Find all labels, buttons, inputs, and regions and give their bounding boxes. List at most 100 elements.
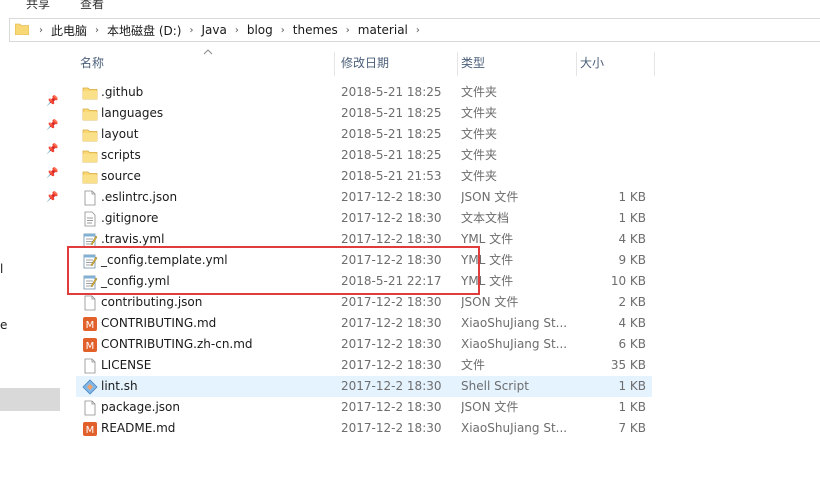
breadcrumb-item[interactable]: 此电脑	[48, 22, 90, 39]
file-name: LICENSE	[101, 358, 152, 372]
file-name: package.json	[101, 400, 181, 414]
file-row[interactable]: M CONTRIBUTING.md 2017-12-2 18:30 XiaoShuJi…	[76, 313, 652, 334]
column-header-date[interactable]: 修改日期	[337, 50, 457, 77]
file-row[interactable]: .gitignore 2017-12-2 18:30 文本文档 1 KB	[76, 208, 652, 229]
folder-icon	[82, 127, 98, 143]
pin-icon[interactable]: 📌	[46, 193, 58, 203]
nav-item-label[interactable]: l	[0, 262, 3, 276]
file-type: XiaoShuJiang St...	[461, 316, 568, 330]
file-row[interactable]: layout 2018-5-21 18:25 文件夹	[76, 124, 652, 145]
file-row[interactable]: M CONTRIBUTING.zh-cn.md 2017-12-2 18:30 Xia…	[76, 334, 652, 355]
breadcrumb-separator-icon[interactable]: ›	[341, 25, 355, 36]
file-type: JSON 文件	[461, 295, 519, 309]
file-modified-date: 2018-5-21 21:53	[341, 169, 442, 183]
file-modified-date: 2017-12-2 18:30	[341, 190, 442, 204]
svg-text:M: M	[86, 341, 95, 352]
file-name: .github	[101, 85, 144, 99]
file-row[interactable]: lint.sh 2017-12-2 18:30 Shell Script 1 KB	[76, 376, 652, 397]
file-name: layout	[101, 127, 139, 141]
file-row[interactable]: M README.md 2017-12-2 18:30 XiaoShuJiang St…	[76, 418, 652, 439]
breadcrumb-item[interactable]: 本地磁盘 (D:)	[104, 22, 184, 39]
file-name: source	[101, 169, 141, 183]
file-modified-date: 2017-12-2 18:30	[341, 379, 442, 393]
breadcrumb-separator-icon[interactable]: ›	[184, 25, 198, 36]
file-modified-date: 2017-12-2 18:30	[341, 232, 442, 246]
pin-icon[interactable]: 📌	[46, 121, 58, 131]
file-type: XiaoShuJiang St...	[461, 421, 568, 435]
file-row[interactable]: source 2018-5-21 21:53 文件夹	[76, 166, 652, 187]
file-modified-date: 2017-12-2 18:30	[341, 316, 442, 330]
text-document-icon	[82, 211, 98, 227]
pin-icon[interactable]: 📌	[46, 169, 58, 179]
file-size: 7 KB	[618, 421, 646, 435]
file-modified-date: 2018-5-21 18:25	[341, 148, 442, 162]
breadcrumb-item[interactable]: Java	[198, 23, 229, 37]
file-list: .github 2018-5-21 18:25 文件夹 languages 2018-5…	[76, 82, 652, 439]
column-divider[interactable]	[654, 52, 655, 76]
git-bash-icon	[82, 379, 98, 395]
file-row[interactable]: .eslintrc.json 2017-12-2 18:30 JSON 文件 1 KB	[76, 187, 652, 208]
file-name: README.md	[101, 421, 176, 435]
file-modified-date: 2018-5-21 18:25	[341, 106, 442, 120]
file-size: 1 KB	[618, 379, 646, 393]
file-row[interactable]: .github 2018-5-21 18:25 文件夹	[76, 82, 652, 103]
file-row[interactable]: contributing.json 2017-12-2 18:30 JSON 文件 2…	[76, 292, 652, 313]
breadcrumb-separator-icon[interactable]: ›	[90, 25, 104, 36]
file-size: 6 KB	[618, 337, 646, 351]
file-type: 文件夹	[461, 148, 498, 162]
file-name: scripts	[101, 148, 141, 162]
file-row[interactable]: package.json 2017-12-2 18:30 JSON 文件 1 KB	[76, 397, 652, 418]
markdown-editor-icon: M	[82, 421, 98, 437]
breadcrumb-item[interactable]: blog	[244, 23, 276, 37]
folder-icon	[82, 169, 98, 185]
notepad-icon	[82, 253, 98, 269]
ribbon-tab-view[interactable]: 查看	[80, 0, 104, 12]
breadcrumb-separator-icon[interactable]: ›	[230, 25, 244, 36]
ribbon-tab-share[interactable]: 共享	[26, 0, 50, 12]
breadcrumb-separator-icon[interactable]: ›	[34, 25, 48, 36]
file-type: JSON 文件	[461, 190, 519, 204]
file-size: 2 KB	[618, 295, 646, 309]
column-header-size[interactable]: 大小	[576, 50, 654, 77]
file-name: languages	[101, 106, 164, 120]
breadcrumb-separator-icon[interactable]: ›	[276, 25, 290, 36]
pin-icon[interactable]: 📌	[46, 145, 58, 155]
file-type: 文件夹	[461, 127, 498, 141]
document-icon	[82, 358, 98, 374]
file-modified-date: 2017-12-2 18:30	[341, 253, 442, 267]
breadcrumb-item[interactable]: material	[355, 23, 411, 37]
file-size: 35 KB	[610, 358, 646, 372]
file-name: _config.template.yml	[101, 253, 228, 267]
document-icon	[82, 190, 98, 206]
breadcrumb-item[interactable]: themes	[290, 23, 341, 37]
file-row[interactable]: _config.template.yml 2017-12-2 18:30 YML 文…	[76, 250, 652, 271]
nav-item-label[interactable]: e	[0, 318, 7, 332]
document-icon	[82, 400, 98, 416]
navigation-pane: 📌 📌 📌 📌 📌 l e	[0, 43, 60, 484]
file-name: .gitignore	[101, 211, 159, 225]
pin-icon[interactable]: 📌	[46, 97, 58, 107]
notepad-icon	[82, 274, 98, 290]
file-name: .eslintrc.json	[101, 190, 178, 204]
file-row[interactable]: .travis.yml 2017-12-2 18:30 YML 文件 4 KB	[76, 229, 652, 250]
file-row[interactable]: _config.yml 2018-5-21 22:17 YML 文件 10 KB	[76, 271, 652, 292]
address-bar[interactable]: › 此电脑 › 本地磁盘 (D:) › Java › blog › themes › material…	[9, 18, 820, 42]
file-row[interactable]: scripts 2018-5-21 18:25 文件夹	[76, 145, 652, 166]
file-name: lint.sh	[101, 379, 138, 393]
file-type: 文件	[461, 358, 486, 372]
file-name: .travis.yml	[101, 232, 165, 246]
nav-item-selected[interactable]	[0, 388, 60, 411]
column-divider[interactable]	[334, 52, 335, 76]
file-name: contributing.json	[101, 295, 203, 309]
file-modified-date: 2017-12-2 18:30	[341, 358, 442, 372]
column-header-name[interactable]: 名称	[76, 50, 334, 77]
file-type: Shell Script	[461, 379, 529, 393]
file-size: 1 KB	[618, 190, 646, 204]
file-modified-date: 2017-12-2 18:30	[341, 400, 442, 414]
breadcrumb-separator-icon[interactable]: ›	[411, 25, 425, 36]
file-modified-date: 2018-5-21 18:25	[341, 85, 442, 99]
file-row[interactable]: LICENSE 2017-12-2 18:30 文件 35 KB	[76, 355, 652, 376]
file-modified-date: 2018-5-21 18:25	[341, 127, 442, 141]
file-row[interactable]: languages 2018-5-21 18:25 文件夹	[76, 103, 652, 124]
column-header-type[interactable]: 类型	[457, 50, 577, 77]
